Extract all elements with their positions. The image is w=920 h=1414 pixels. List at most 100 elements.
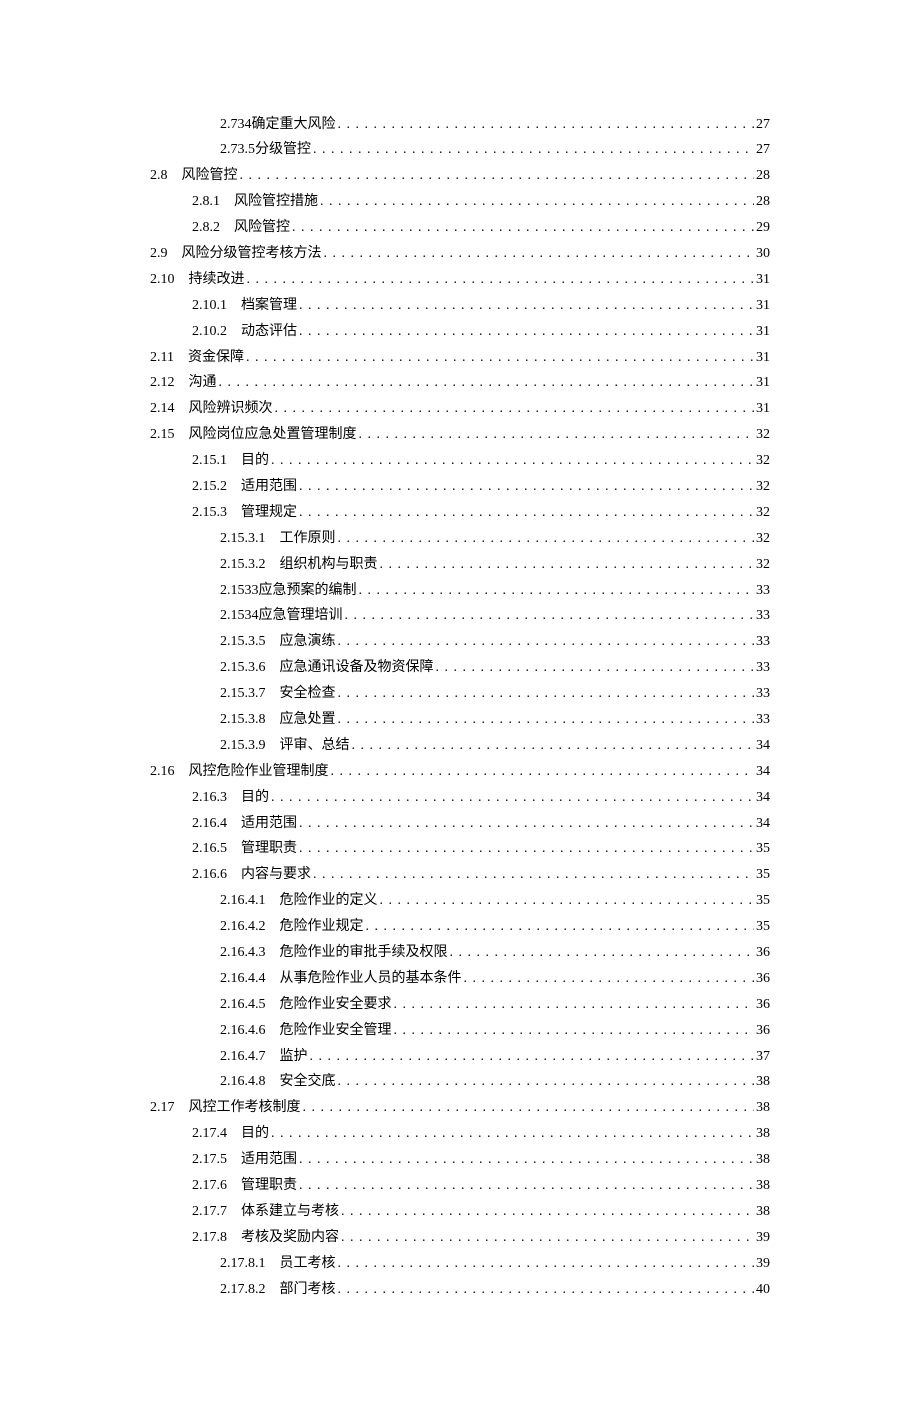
toc-leader-dots [219, 372, 755, 394]
toc-number: 2.11 [150, 347, 174, 369]
toc-title: 危险作业安全要求 [280, 994, 392, 1016]
toc-number: 2.16.4.8 [220, 1071, 266, 1093]
toc-page-number: 32 [756, 528, 770, 550]
toc-page-number: 32 [756, 476, 770, 498]
toc-number: 2.1533 [220, 580, 259, 602]
toc-title: 档案管理 [241, 295, 297, 317]
toc-gap [266, 994, 280, 1016]
toc-leader-dots [299, 321, 754, 343]
toc-page-number: 28 [756, 191, 770, 213]
toc-gap [266, 554, 280, 576]
toc-page-number: 31 [756, 269, 770, 291]
toc-page-number: 31 [756, 398, 770, 420]
toc-page-number: 39 [756, 1227, 770, 1249]
toc-page-number: 34 [756, 787, 770, 809]
toc-leader-dots [331, 761, 755, 783]
toc-leader-dots [338, 1279, 755, 1301]
toc-title: 员工考核 [280, 1253, 336, 1275]
toc-leader-dots [394, 1020, 755, 1042]
toc-gap [227, 787, 241, 809]
toc-leader-dots [394, 994, 755, 1016]
toc-leader-dots [359, 424, 755, 446]
toc-entry: 2.16.4.4 从事危险作业人员的基本条件36 [150, 968, 770, 990]
toc-leader-dots [338, 709, 755, 731]
toc-leader-dots [303, 1097, 755, 1119]
toc-page-number: 35 [756, 916, 770, 938]
toc-gap [175, 761, 189, 783]
toc-number: 2.17 [150, 1097, 175, 1119]
toc-gap [168, 165, 182, 187]
toc-number: 2.17.6 [192, 1175, 227, 1197]
toc-entry: 2.16.4.1 危险作业的定义35 [150, 890, 770, 912]
toc-title: 工作原则 [280, 528, 336, 550]
toc-leader-dots [338, 683, 755, 705]
toc-leader-dots [271, 787, 754, 809]
toc-entry: 2.17.8.1 员工考核39 [150, 1253, 770, 1275]
toc-number: 2.16.4.1 [220, 890, 266, 912]
toc-entry: 2.17.4 目的38 [150, 1123, 770, 1145]
toc-title: 风险管控 [182, 165, 238, 187]
toc-entry: 2.17 风控工作考核制度38 [150, 1097, 770, 1119]
toc-entry: 2.16.5 管理职责35 [150, 838, 770, 860]
toc-gap [266, 942, 280, 964]
toc-page-number: 31 [756, 347, 770, 369]
toc-title: 应急管理培训 [259, 605, 343, 627]
toc-number: 2.17.7 [192, 1201, 227, 1223]
toc-leader-dots [299, 813, 754, 835]
toc-number: 2.16.4.2 [220, 916, 266, 938]
toc-entry: 2.17.5 适用范围38 [150, 1149, 770, 1171]
toc-leader-dots [338, 631, 755, 653]
toc-title: 安全检查 [280, 683, 336, 705]
toc-entry: 2.16.6 内容与要求35 [150, 864, 770, 886]
toc-entry: 2.15.3.2 组织机构与职责 32 [150, 554, 770, 576]
toc-gap [227, 864, 241, 886]
toc-title: 组织机构与职责 [280, 554, 378, 576]
toc-entry: 2.10.1 档案管理31 [150, 295, 770, 317]
toc-title: 从事危险作业人员的基本条件 [280, 968, 462, 990]
toc-number: 2.16.6 [192, 864, 227, 886]
toc-gap [227, 295, 241, 317]
toc-gap [227, 1201, 241, 1223]
toc-gap [227, 1149, 241, 1171]
toc-page-number: 36 [756, 994, 770, 1016]
toc-title: 风险辨识频次 [189, 398, 273, 420]
toc-entry: 2.15.1 目的32 [150, 450, 770, 472]
toc-number: 2.16.3 [192, 787, 227, 809]
toc-page-number: 29 [756, 217, 770, 239]
toc-title: 危险作业安全管理 [280, 1020, 392, 1042]
toc-entry: 2.16.4.3 危险作业的审批手续及权限36 [150, 942, 770, 964]
toc-leader-dots [320, 191, 754, 213]
toc-leader-dots [313, 864, 754, 886]
toc-entry: 2.16.3 目的34 [150, 787, 770, 809]
toc-title: 应急预案的编制 [259, 580, 357, 602]
toc-leader-dots [292, 217, 754, 239]
toc-title: 动态评估 [241, 321, 297, 343]
toc-leader-dots [338, 1253, 755, 1275]
toc-page-number: 32 [756, 554, 770, 576]
toc-page-number: 31 [756, 321, 770, 343]
toc-page-number: 38 [756, 1097, 770, 1119]
toc-title: 目的 [241, 450, 269, 472]
toc-page-number: 35 [756, 838, 770, 860]
toc-entry: 2.16.4.8 安全交底38 [150, 1071, 770, 1093]
toc-leader-dots [324, 243, 755, 265]
toc-number: 2.8.2 [192, 217, 220, 239]
toc-gap [220, 217, 234, 239]
toc-page-number: 38 [756, 1149, 770, 1171]
toc-number: 2.16.4.7 [220, 1046, 266, 1068]
toc-number: 2.14 [150, 398, 175, 420]
toc-entry: 2.16.4.2 危险作业规定35 [150, 916, 770, 938]
toc-entry: 2.17.8 考核及奖励内容39 [150, 1227, 770, 1249]
toc-page-number: 27 [756, 139, 770, 161]
toc-entry: 2.15.3.6 应急通讯设备及物资保障33 [150, 657, 770, 679]
toc-number: 2.17.4 [192, 1123, 227, 1145]
toc-gap [175, 1097, 189, 1119]
toc-title: 持续改进 [189, 269, 245, 291]
toc-number: 2.15.3.2 [220, 554, 266, 576]
toc-page-number: 33 [756, 657, 770, 679]
toc-number: 2.15.1 [192, 450, 227, 472]
toc-title: 考核及奖励内容 [241, 1227, 339, 1249]
toc-number: 2.15.3.6 [220, 657, 266, 679]
toc-number: 2.16.4.6 [220, 1020, 266, 1042]
toc-number: 2.16.4.5 [220, 994, 266, 1016]
